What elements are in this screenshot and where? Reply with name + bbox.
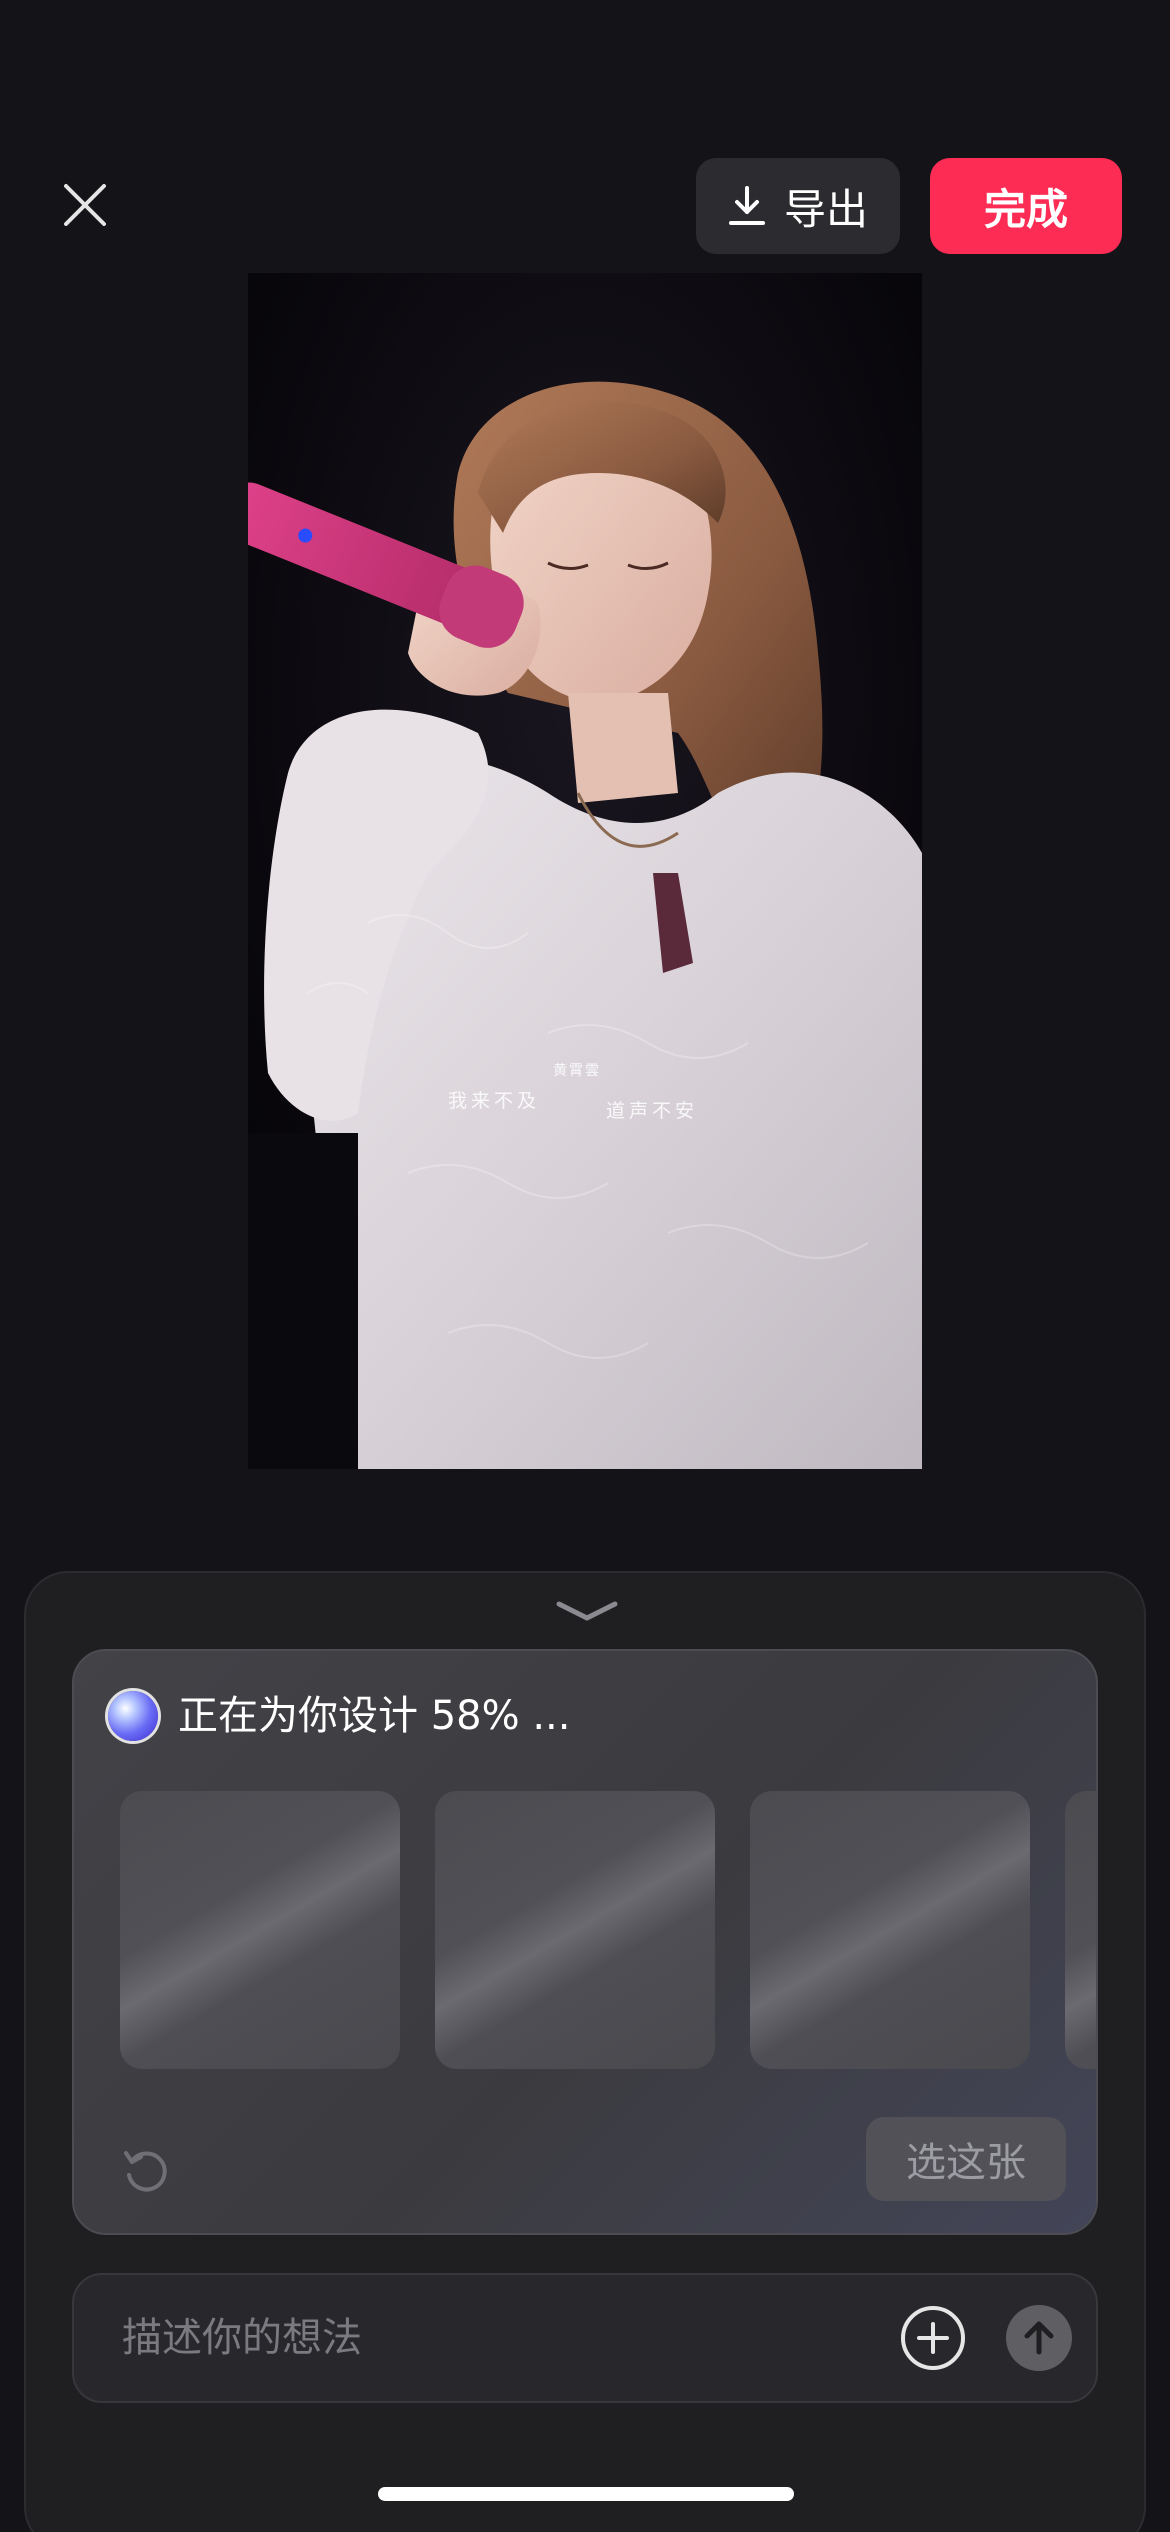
pick-this-button[interactable]: 选这张 <box>866 2117 1066 2201</box>
screen: 导出 完成 黄霄雲 我来不及 道声不安 正在为你设计 58% ... 选这张 描… <box>0 0 1170 2532</box>
ai-orb-icon <box>108 1691 158 1741</box>
design-sheet: 正在为你设计 58% ... 选这张 <box>24 1571 1146 2532</box>
design-thumbnail-placeholder[interactable] <box>120 1791 400 2069</box>
chevron-down-icon <box>556 1601 618 1621</box>
send-button[interactable] <box>1006 2305 1072 2371</box>
done-button[interactable]: 完成 <box>930 158 1122 254</box>
collapse-sheet-button[interactable] <box>554 1593 620 1629</box>
lyric-line-left: 我来不及 <box>448 1090 541 1112</box>
design-thumbnail-placeholder[interactable] <box>1065 1791 1096 2069</box>
export-button[interactable]: 导出 <box>696 158 900 254</box>
design-thumbnails <box>120 1791 1096 2071</box>
design-thumbnail-placeholder[interactable] <box>750 1791 1030 2069</box>
refresh-icon <box>124 2151 167 2192</box>
design-thumbnail-placeholder[interactable] <box>435 1791 715 2069</box>
close-icon <box>64 184 106 226</box>
preview-image <box>248 273 922 1469</box>
done-label: 完成 <box>983 184 1068 234</box>
lyric-line-right: 道声不安 <box>606 1100 699 1122</box>
prompt-input[interactable] <box>122 2275 822 2401</box>
export-label: 导出 <box>783 184 868 234</box>
video-preview[interactable]: 黄霄雲 我来不及 道声不安 <box>248 273 922 1469</box>
arrow-up-icon <box>1024 2321 1054 2355</box>
regenerate-button[interactable] <box>116 2141 176 2201</box>
download-icon <box>728 186 765 225</box>
close-button[interactable] <box>50 170 120 240</box>
home-indicator[interactable] <box>378 2487 794 2501</box>
prompt-input-bar <box>72 2273 1098 2403</box>
plus-circle-icon <box>901 2306 965 2370</box>
add-attachment-button[interactable] <box>900 2305 966 2371</box>
pick-label: 选这张 <box>906 2140 1026 2186</box>
lyric-artist: 黄霄雲 <box>553 1063 601 1079</box>
design-status-text: 正在为你设计 58% ... <box>178 1693 571 1739</box>
design-progress-card: 正在为你设计 58% ... 选这张 <box>72 1649 1098 2235</box>
